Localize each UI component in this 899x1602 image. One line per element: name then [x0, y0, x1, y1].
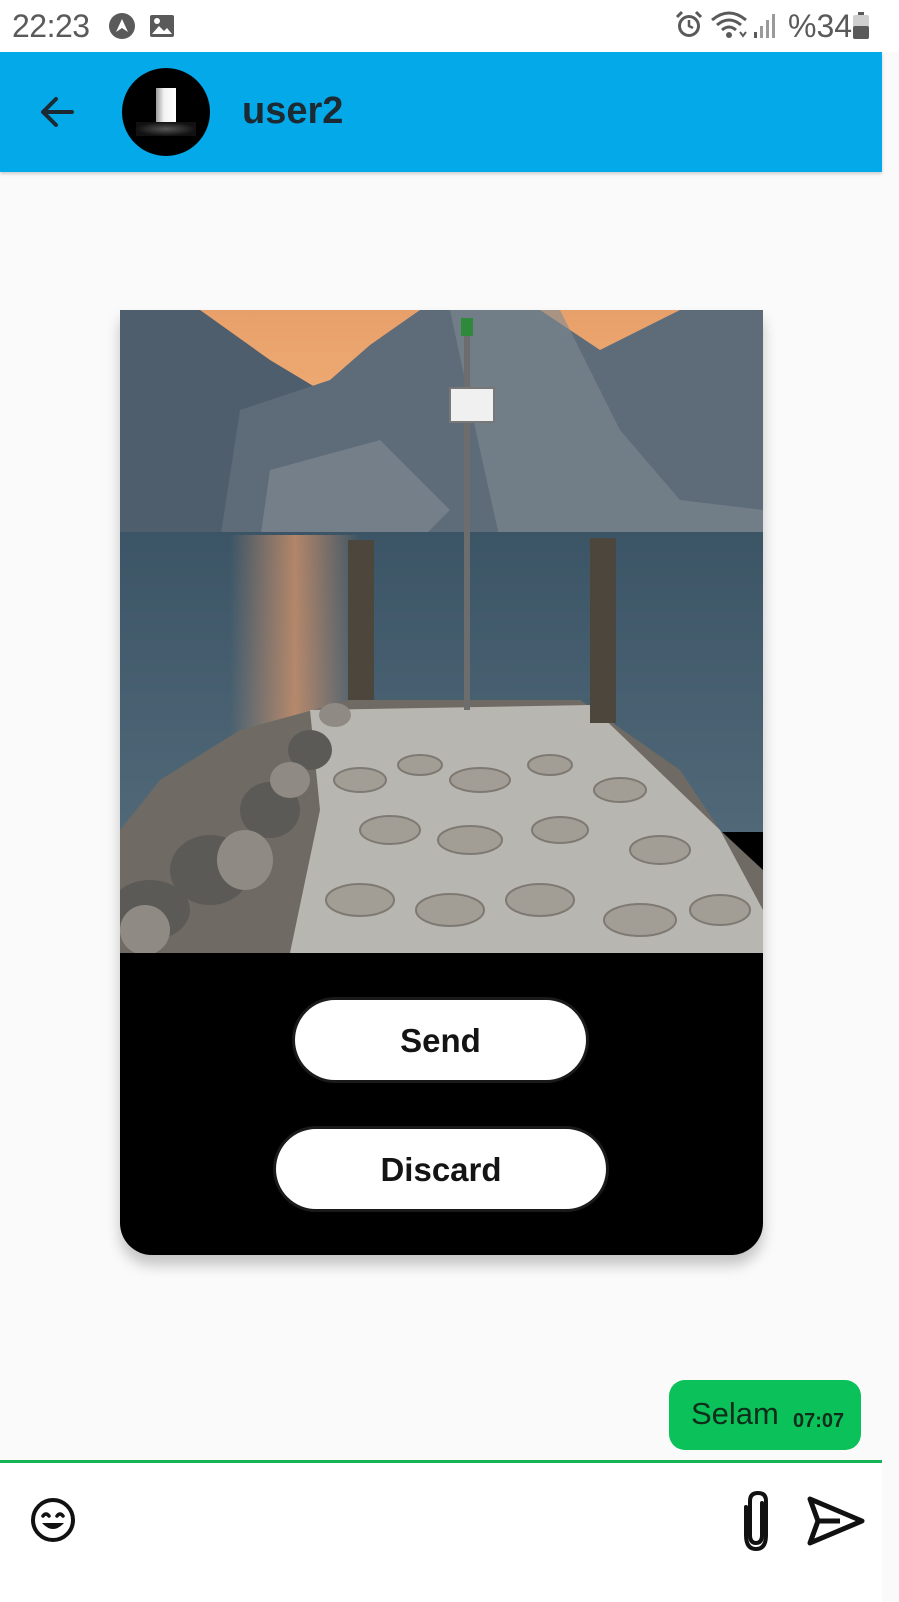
alarm-icon — [674, 10, 704, 45]
preview-photo — [120, 310, 763, 953]
arrow-left-icon — [41, 97, 74, 127]
message-timestamp: 07:07 — [793, 1410, 845, 1432]
image-icon — [148, 12, 176, 45]
battery-percent: %34 — [788, 8, 853, 44]
status-time: 22:23 — [12, 8, 90, 44]
message-composer — [0, 1460, 882, 1602]
emoji-icon — [31, 1498, 75, 1542]
battery-icon — [852, 12, 870, 45]
message-bubble-outgoing[interactable]: Selam 07:07 — [669, 1380, 861, 1450]
navigation-a-icon — [108, 12, 136, 45]
wifi-icon — [710, 10, 748, 45]
send-image-button[interactable]: Send — [292, 997, 589, 1083]
signal-icon — [752, 12, 778, 45]
emoji-button[interactable] — [26, 1485, 100, 1555]
contact-name[interactable]: user2 — [242, 90, 343, 133]
message-text: Selam — [691, 1396, 779, 1431]
image-preview-card: Send Discard — [120, 310, 763, 1255]
status-bar: 22:23 %34 — [0, 0, 899, 52]
attach-button[interactable] — [730, 1483, 786, 1559]
paperclip-icon — [744, 1490, 768, 1552]
back-button[interactable] — [32, 88, 88, 136]
send-message-button[interactable] — [800, 1483, 870, 1559]
discard-image-button[interactable]: Discard — [273, 1126, 609, 1212]
message-input[interactable] — [112, 1489, 716, 1553]
avatar[interactable] — [122, 68, 210, 156]
chat-header: user2 — [0, 52, 882, 172]
send-icon — [807, 1496, 865, 1546]
